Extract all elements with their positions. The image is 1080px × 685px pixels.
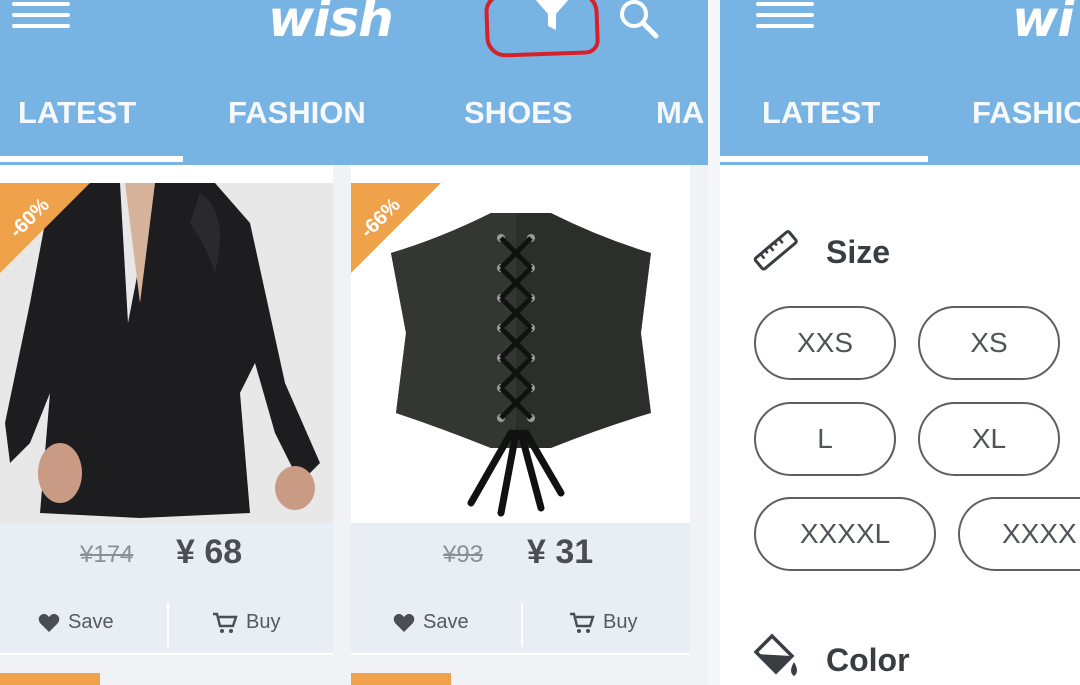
tab-latest[interactable]: LATEST bbox=[762, 95, 880, 131]
menu-icon[interactable] bbox=[12, 2, 70, 32]
size-option-xs[interactable]: XS bbox=[918, 306, 1060, 380]
paint-bucket-icon bbox=[753, 633, 797, 676]
save-button[interactable]: Save bbox=[38, 611, 114, 634]
price-bar: ¥174 ¥ 68 Save Buy bbox=[0, 523, 333, 653]
product-image[interactable]: -60% bbox=[0, 183, 333, 523]
screen-gap bbox=[708, 0, 720, 685]
action-divider bbox=[166, 603, 169, 647]
price-bar: ¥93 ¥ 31 Save Buy bbox=[351, 523, 690, 653]
filter-icon[interactable] bbox=[530, 0, 574, 32]
color-section-title: Color bbox=[826, 642, 910, 678]
next-card-peek bbox=[0, 673, 100, 685]
app-logo: wi bbox=[1012, 0, 1074, 48]
size-section-title: Size bbox=[826, 234, 891, 270]
size-option-l[interactable]: L bbox=[754, 402, 896, 476]
discount-badge: -66% bbox=[351, 183, 441, 273]
product-image[interactable]: -66% bbox=[351, 183, 690, 523]
sale-price: ¥ 31 bbox=[527, 533, 594, 571]
search-icon[interactable] bbox=[618, 0, 660, 40]
size-option-xl[interactable]: XL bbox=[918, 402, 1060, 476]
tab-shoes[interactable]: SHOES bbox=[464, 95, 573, 131]
save-label: Save bbox=[68, 611, 114, 633]
save-button[interactable]: Save bbox=[393, 611, 469, 634]
heart-icon bbox=[38, 613, 60, 632]
buy-button[interactable]: Buy bbox=[212, 611, 280, 634]
app-logo: wish bbox=[268, 0, 394, 48]
product-card[interactable]: -66% ¥93 ¥ 31 Save Buy bbox=[351, 165, 690, 655]
product-feed-screen: wish LATEST FASHION SHOES MA -60% ¥174 ¥… bbox=[0, 0, 708, 685]
category-tabs: LATEST FASHION SHOES MA bbox=[0, 95, 708, 135]
cart-icon bbox=[213, 612, 238, 633]
menu-icon[interactable] bbox=[756, 2, 814, 32]
filter-screen: wi LATEST FASHIO Size XXS XS L XL XXXXL … bbox=[720, 0, 1080, 685]
app-bar: wish LATEST FASHION SHOES MA bbox=[0, 0, 708, 165]
original-price: ¥174 bbox=[80, 541, 134, 568]
size-option-xxxx[interactable]: XXXX bbox=[958, 497, 1080, 571]
save-label: Save bbox=[423, 611, 469, 633]
tab-latest[interactable]: LATEST bbox=[18, 95, 136, 131]
buy-button[interactable]: Buy bbox=[569, 611, 637, 634]
tab-fashion[interactable]: FASHION bbox=[228, 95, 366, 131]
active-tab-indicator bbox=[720, 156, 928, 162]
heart-icon bbox=[393, 613, 415, 632]
buy-label: Buy bbox=[246, 611, 281, 633]
size-option-xxs[interactable]: XXS bbox=[754, 306, 896, 380]
product-card[interactable]: -60% ¥174 ¥ 68 Save Buy bbox=[0, 165, 333, 655]
sale-price: ¥ 68 bbox=[176, 533, 243, 571]
ruler-icon bbox=[753, 230, 798, 271]
size-option-xxxxl[interactable]: XXXXL bbox=[754, 497, 936, 571]
next-card-peek bbox=[351, 673, 451, 685]
app-bar: wi LATEST FASHIO bbox=[720, 0, 1080, 165]
action-divider bbox=[520, 603, 523, 647]
original-price: ¥93 bbox=[443, 541, 484, 568]
discount-badge: -60% bbox=[0, 183, 90, 273]
screenshot: wish LATEST FASHION SHOES MA -60% ¥174 ¥… bbox=[0, 0, 1080, 685]
buy-label: Buy bbox=[603, 611, 638, 633]
tab-more[interactable]: MA bbox=[656, 95, 704, 131]
product-grid: -60% ¥174 ¥ 68 Save Buy -66% ¥93 ¥ 31 Sa… bbox=[0, 165, 708, 685]
tab-fashion[interactable]: FASHIO bbox=[972, 95, 1080, 131]
cart-icon bbox=[570, 612, 595, 633]
active-tab-indicator bbox=[0, 156, 183, 162]
